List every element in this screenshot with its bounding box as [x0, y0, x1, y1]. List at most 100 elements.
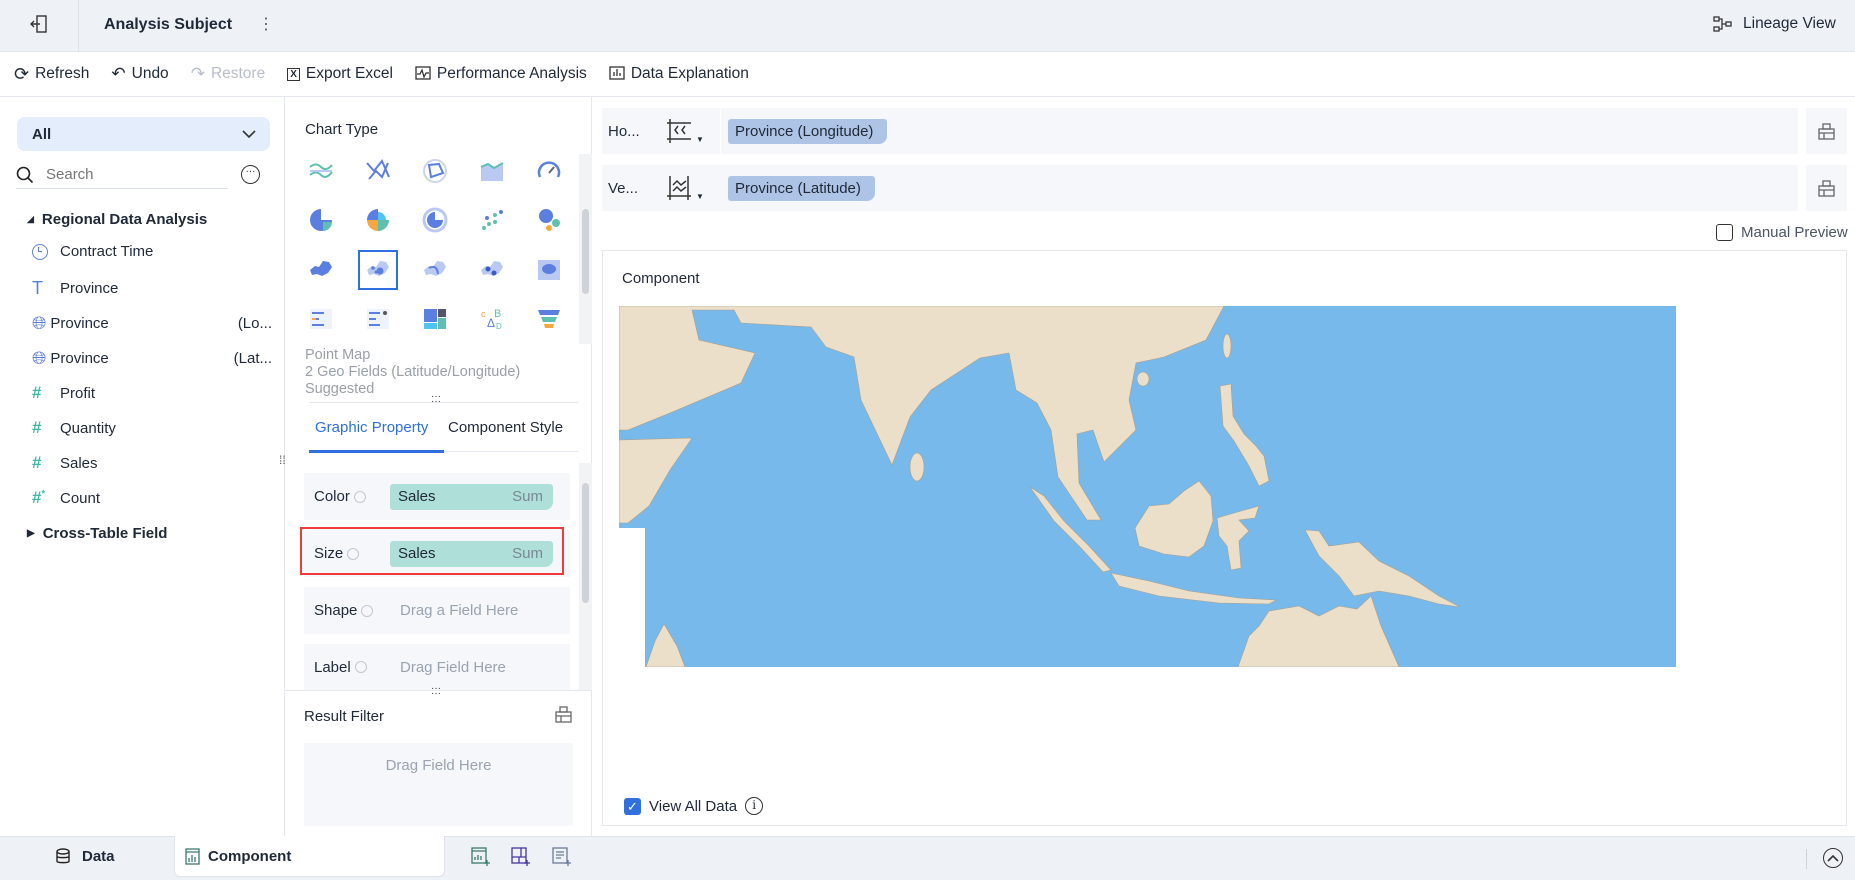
- restore-button[interactable]: ↷ Restore: [191, 64, 266, 84]
- data-explanation-button[interactable]: Data Explanation: [609, 65, 749, 83]
- result-filter-title: Result Filter: [304, 708, 385, 725]
- performance-analysis-button[interactable]: Performance Analysis: [415, 65, 587, 83]
- field-profit[interactable]: # Profit: [32, 383, 95, 403]
- point-map[interactable]: [619, 306, 1676, 667]
- collapse-up-icon[interactable]: [1823, 848, 1843, 868]
- tab-component-style[interactable]: Component Style: [448, 419, 563, 436]
- latitude-field-pill[interactable]: Province (Latitude): [728, 176, 875, 201]
- info-icon[interactable]: i: [745, 797, 764, 815]
- performance-icon: [415, 66, 431, 80]
- density-map-icon[interactable]: [531, 252, 567, 288]
- refresh-button[interactable]: ⟳ Refresh: [14, 64, 89, 85]
- field-province-longitude[interactable]: 🌐︎ Province (Lo...: [32, 313, 272, 334]
- more-options-icon[interactable]: ···: [241, 165, 260, 184]
- gear-icon[interactable]: [353, 490, 366, 503]
- manual-preview-toggle[interactable]: Manual Preview: [1716, 224, 1848, 241]
- add-dashboard-icon[interactable]: [511, 847, 531, 871]
- field-contract-time[interactable]: Contract Time: [32, 243, 153, 260]
- chart-type-title: Chart Type: [305, 121, 379, 138]
- field-count[interactable]: #* Count: [32, 488, 100, 508]
- scatter-icon[interactable]: [474, 202, 510, 238]
- undo-button[interactable]: ↶ Undo: [111, 64, 168, 84]
- tab-graphic-property[interactable]: Graphic Property: [315, 419, 428, 436]
- performance-label: Performance Analysis: [436, 65, 587, 82]
- gauge-icon[interactable]: [531, 153, 567, 189]
- treemap-icon[interactable]: [417, 301, 453, 337]
- dataset-dropdown[interactable]: All: [17, 117, 270, 151]
- search-input[interactable]: [46, 166, 206, 183]
- checkbox-checked[interactable]: ✓: [624, 797, 641, 815]
- refresh-label: Refresh: [35, 65, 90, 82]
- lineage-view-button[interactable]: Lineage View: [1713, 15, 1836, 33]
- chevron-down-icon: [242, 129, 256, 138]
- redo-icon: ↷: [190, 64, 205, 83]
- excel-icon: X: [287, 67, 300, 81]
- result-filter-drop-zone[interactable]: Drag Field Here: [304, 743, 573, 826]
- property-scrollbar[interactable]: [579, 463, 592, 690]
- radar-chart-icon[interactable]: [417, 153, 453, 189]
- field-sales[interactable]: # Sales: [32, 453, 98, 473]
- pill-field: Province (Longitude): [735, 123, 874, 140]
- point-map-icon[interactable]: [358, 250, 398, 290]
- label-drop-zone[interactable]: Drag Field Here: [400, 659, 506, 676]
- chart-type-scrollbar[interactable]: [579, 154, 592, 344]
- donut-chart-icon[interactable]: [417, 202, 453, 238]
- export-label: Export Excel: [305, 65, 393, 82]
- group-regional-data-analysis[interactable]: ◢ Regional Data Analysis: [27, 211, 207, 228]
- tab-component[interactable]: Component: [174, 836, 445, 877]
- lineage-icon: [1713, 16, 1732, 32]
- color-field-pill[interactable]: Sales Sum: [390, 483, 553, 510]
- globe-icon: 🌐︎: [32, 348, 47, 368]
- flow-map-icon[interactable]: [417, 252, 453, 288]
- tab-label: Component: [208, 847, 292, 865]
- resize-handle[interactable]: ······: [431, 684, 441, 699]
- axis-settings-button[interactable]: [1806, 165, 1847, 211]
- view-all-data-toggle[interactable]: ✓ View All Data i: [624, 797, 764, 815]
- field-province-latitude[interactable]: 🌐︎ Province (Lat...: [32, 348, 272, 369]
- group-cross-table-field[interactable]: ▶ Cross-Table Field: [27, 525, 167, 542]
- property-label-text: Label: [314, 658, 351, 676]
- filter-settings-icon[interactable]: [555, 706, 572, 727]
- axis-type-dropdown[interactable]: ▼: [666, 175, 704, 201]
- field-province-text[interactable]: T Province: [32, 278, 118, 299]
- bubble-chart-icon[interactable]: [531, 202, 567, 238]
- shape-drop-zone[interactable]: Drag a Field Here: [400, 602, 518, 619]
- tab-data[interactable]: Data: [56, 848, 115, 865]
- axis-type-dropdown[interactable]: ▼: [666, 118, 704, 144]
- caret-down-icon: ▼: [696, 135, 704, 144]
- more-menu-icon[interactable]: ⋮: [258, 14, 274, 34]
- rose-chart-icon[interactable]: [360, 202, 396, 238]
- gear-icon[interactable]: [361, 604, 374, 617]
- search-icon: [16, 166, 34, 183]
- caret-down-icon: ◢: [27, 214, 34, 224]
- pill-aggregation[interactable]: Sum: [512, 488, 543, 505]
- field-panel: All ··· ◢ Regional Data Analysis Contract…: [0, 97, 286, 836]
- field-quantity[interactable]: # Quantity: [32, 418, 116, 438]
- indicator-table-icon[interactable]: [360, 301, 396, 337]
- field-label: Contract Time: [60, 243, 154, 260]
- checkbox[interactable]: [1716, 224, 1733, 241]
- active-tab-indicator: [309, 450, 444, 453]
- area-chart-icon[interactable]: [474, 153, 510, 189]
- longitude-field-pill[interactable]: Province (Longitude): [728, 119, 888, 144]
- multi-line-icon[interactable]: [360, 153, 396, 189]
- search-field[interactable]: [16, 161, 228, 189]
- restore-label: Restore: [210, 65, 266, 82]
- svg-text:c: c: [481, 309, 486, 319]
- pie-chart-icon[interactable]: [303, 202, 339, 238]
- axis-settings-button[interactable]: [1806, 108, 1847, 154]
- region-map-icon[interactable]: [303, 252, 339, 288]
- word-cloud-icon[interactable]: cΔBD: [474, 301, 510, 337]
- add-component-icon[interactable]: [471, 847, 491, 871]
- pill-field: Province (Latitude): [735, 180, 861, 197]
- heat-map-icon[interactable]: [474, 252, 510, 288]
- caret-down-icon: ▼: [696, 192, 704, 201]
- line-chart-icon[interactable]: [303, 153, 339, 189]
- add-report-icon[interactable]: [552, 847, 572, 871]
- exit-icon[interactable]: [30, 14, 48, 38]
- property-color: Color Sales Sum: [304, 473, 570, 520]
- ranking-table-icon[interactable]: [303, 301, 339, 337]
- export-excel-button[interactable]: X Export Excel: [287, 65, 393, 83]
- funnel-icon[interactable]: [531, 301, 567, 337]
- gear-icon[interactable]: [354, 661, 367, 673]
